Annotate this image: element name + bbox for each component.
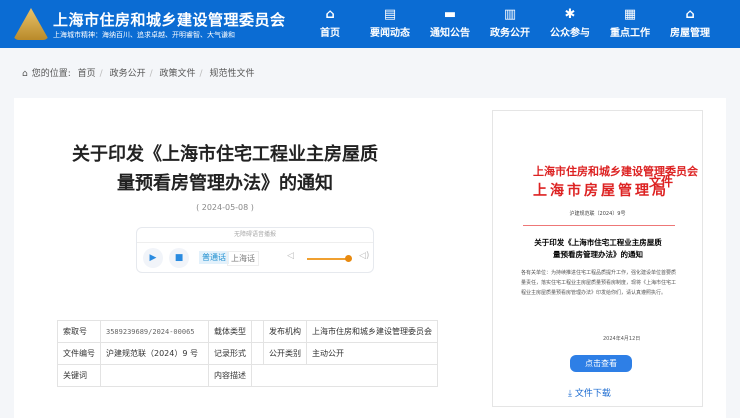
building-icon: ▦ [623, 7, 637, 22]
audio-tip: 无障碍语音播报 [137, 228, 373, 243]
doc-number: 沪建规范联〔2024〕9号 [569, 211, 626, 217]
site-title[interactable]: 上海市住房和城乡建设管理委员会 [53, 9, 286, 30]
nav-label: 公众参与 [550, 28, 590, 39]
doc-title: 关于印发《上海市住宅工程业主房屋质量预看房管理办法》的通知 [534, 238, 662, 259]
table-row: 索取号 3589239689/2024-00065 载体类型 发布机构 上海市住房和城乡… [57, 320, 438, 343]
nav-notices[interactable]: ▬ 通知公告 [420, 6, 480, 39]
download-link[interactable]: ⤓ 文件下载 [568, 386, 611, 399]
nav-home[interactable]: ⌂ 首页 [300, 6, 360, 39]
table-row: 文件编号 沪建规范联（2024）9 号记录形式 公开类别 主动公开 [57, 342, 438, 365]
nav-label: 要闻动态 [370, 28, 410, 39]
doc-date: 2024年4月12日 [603, 336, 641, 342]
site-header: 上海市住房和城乡建设管理委员会 上海城市精神：海纳百川、追求卓越、开明睿智、大气… [0, 0, 740, 48]
nav-participation[interactable]: ✱ 公众参与 [540, 6, 600, 39]
doc-issuer-1: 上海市住房和城乡建设管理委员会 [533, 165, 698, 178]
home-icon: ⌂ [325, 7, 335, 22]
nav-label: 通知公告 [430, 28, 470, 39]
home-icon: ⌂ [22, 69, 28, 79]
nav-gov-affairs[interactable]: ▥ 政务公开 [480, 6, 540, 39]
gear-icon: ✱ [564, 7, 576, 22]
nav-label: 政务公开 [490, 28, 530, 39]
chart-icon: ▥ [503, 7, 517, 22]
red-divider [523, 225, 675, 226]
play-button[interactable]: ▶ [143, 248, 163, 268]
breadcrumb: ⌂ 您的位置: 首页 / 政务公开 / 政策文件 / 规范性文件 [22, 69, 255, 79]
nav-news[interactable]: ▤ 要闻动态 [360, 6, 420, 39]
nav-label: 房屋管理 [670, 28, 710, 39]
volume-low-icon[interactable]: ◁ [287, 251, 294, 261]
download-icon: ⤓ [568, 389, 575, 399]
publish-date: ( 2024-05-08 ) [196, 203, 254, 212]
news-icon: ▤ [383, 7, 397, 22]
nav-housing[interactable]: ⌂ 房屋管理 [660, 6, 720, 39]
breadcrumb-policy[interactable]: 政策文件 [160, 69, 196, 79]
nav-label: 重点工作 [610, 28, 650, 39]
page-title: 关于印发《上海市住宅工程业主房屋质 量预看房管理办法》的通知 [72, 144, 378, 194]
stop-button[interactable]: ■ [169, 248, 189, 268]
nav-label: 首页 [320, 28, 340, 39]
audio-player: 无障碍语音播报 ▶ ■ 普通话 上海话 ◁ ◁) [136, 227, 374, 273]
logo-icon[interactable] [13, 8, 49, 40]
breadcrumb-prefix: 您的位置: [31, 69, 71, 79]
doc-body: 各有关单位：为持续推进住宅工程品质提升工作，强化建设单位首要质量责任，落实住宅工… [521, 270, 677, 296]
volume-knob[interactable] [345, 255, 352, 262]
lang-shanghainese[interactable]: 上海话 [227, 251, 259, 266]
main-nav: ⌂ 首页 ▤ 要闻动态 ▬ 通知公告 ▥ 政务公开 ✱ 公众参与 ▦ 重点工作 ⌂ 房屋管理 [300, 6, 720, 39]
breadcrumb-home[interactable]: 首页 [78, 69, 96, 79]
folder-icon: ▬ [443, 7, 457, 22]
doc-wenjian: 文件 [649, 175, 674, 189]
document-preview[interactable]: 上海市住房和城乡建设管理委员会 上海市房屋管理局 文件 沪建规范联〔2024〕9… [492, 110, 703, 407]
metadata-table: 索取号 3589239689/2024-00065 载体类型 发布机构 上海市住房和城乡… [57, 320, 438, 387]
table-row: 关键词 内容描述 [57, 364, 438, 387]
house-icon: ⌂ [685, 7, 695, 22]
nav-key-work[interactable]: ▦ 重点工作 [600, 6, 660, 39]
volume-high-icon[interactable]: ◁) [359, 251, 369, 261]
view-button[interactable]: 点击查看 [570, 355, 632, 372]
volume-slider[interactable] [307, 258, 347, 260]
lang-mandarin[interactable]: 普通话 [199, 251, 229, 264]
site-motto: 上海城市精神：海纳百川、追求卓越、开明睿智、大气谦和 [53, 31, 235, 39]
breadcrumb-gov[interactable]: 政务公开 [110, 69, 146, 79]
breadcrumb-normative[interactable]: 规范性文件 [209, 69, 254, 79]
